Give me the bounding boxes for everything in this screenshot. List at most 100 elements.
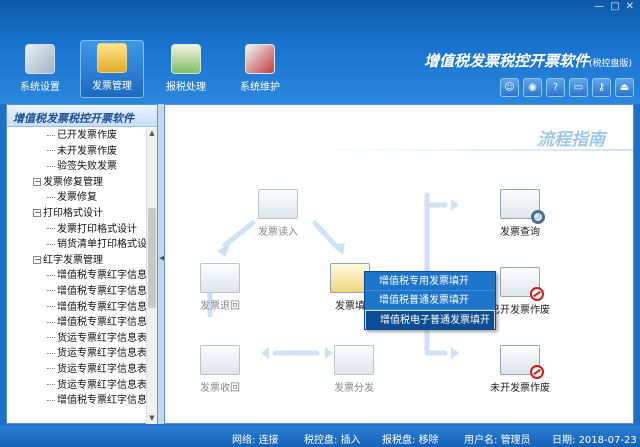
tree-item-label: 销货清单打印格式设 (57, 239, 147, 251)
scrollbar-thumb[interactable] (148, 208, 156, 308)
tree-connector (47, 352, 55, 354)
close-icon[interactable]: ✕ (626, 2, 634, 12)
help-icon[interactable]: ? (546, 78, 565, 97)
window-icon[interactable]: ▭ (569, 78, 588, 97)
tree-item-label: 增值税专票红字信息 (57, 395, 147, 407)
tree-leaf-node[interactable]: 未开发票作废 (7, 144, 147, 160)
flow-node-invoice-distribute[interactable]: 发票分发 (319, 345, 389, 394)
toolbar-button-system-maintenance[interactable]: 系统维护 (228, 42, 292, 96)
status-network: 网络: 连接 (232, 431, 279, 446)
toolbar-button-system-settings[interactable]: 系统设置 (8, 42, 72, 96)
tree-item-label: 货运专票红字信息表 (57, 363, 147, 375)
status-report-disk-label: 报税盘: (382, 435, 416, 446)
tree-item-label: 增值税专票红字信息 (57, 301, 147, 313)
status-tax-disk-value: 插入 (340, 435, 361, 446)
tree-item-label: 红字发票管理 (43, 254, 103, 266)
invoice-fill-context-menu: 增值税专用发票填开 增值税普通发票填开 增值税电子普通发票填开 (364, 271, 496, 330)
tree-item-label: 验签失败发票 (57, 161, 117, 173)
tree-item-label: 发票修复管理 (43, 176, 103, 188)
globe-icon[interactable]: ◉ (523, 78, 542, 97)
tree-connector (47, 274, 55, 276)
tree-leaf-node[interactable]: 增值税专票红字信息 (7, 300, 147, 316)
tree-leaf-node[interactable]: 发票修复 (7, 190, 147, 206)
sidebar-title: 增值税发票税控开票软件 (7, 105, 157, 127)
tree-leaf-node[interactable]: 发票打印格式设计 (7, 222, 147, 238)
tree-connector (47, 306, 55, 308)
invoice-return-icon (200, 263, 240, 293)
sidebar-tree-panel: 增值税发票税控开票软件 已开发票作废 未开发票作废 验签失败发票 − 发票修复管理 发票修… (6, 104, 158, 424)
prohibited-icon (530, 365, 544, 379)
app-subtitle: (税控盘版) (588, 59, 632, 69)
flow-node-label: 发票收回 (200, 383, 240, 394)
scroll-down-icon[interactable]: ▼ (147, 413, 157, 424)
invoice-folder-icon (97, 43, 127, 73)
exit-icon[interactable]: ⏏ (615, 78, 634, 97)
minimize-icon[interactable]: — (594, 2, 604, 12)
settings-panel-icon (25, 44, 55, 74)
flow-node-invoice-return[interactable]: 发票退回 (185, 263, 255, 312)
tree-leaf-node[interactable]: 增值税专票红字信息 (7, 315, 147, 331)
tree-leaf-node[interactable]: 货运专票红字信息表 (7, 362, 147, 378)
status-network-label: 网络: (232, 435, 256, 446)
toolbar-button-label: 发票管理 (92, 81, 132, 92)
app-header: — □ ✕ 系统设置 发票管理 报税处理 系统维护 增值税发票税控开票软件(税控… (0, 0, 640, 104)
toolbar-button-tax-report[interactable]: 报税处理 (154, 42, 218, 96)
key-icon[interactable]: ⚷ (592, 78, 611, 97)
invoice-void-icon (500, 345, 544, 379)
status-user: 用户名: 管理员 (464, 431, 531, 446)
tree-connector (47, 368, 55, 370)
toolbar-button-invoice-management[interactable]: 发票管理 (80, 40, 144, 98)
status-date: 日期: 2018-07-23 (552, 431, 637, 446)
tree-leaf-node[interactable]: 验签失败发票 (7, 159, 147, 175)
flow-node-invoice-recover[interactable]: 发票收回 (185, 345, 255, 394)
flow-node-void-unissued[interactable]: 未开发票作废 (485, 345, 555, 394)
tree-leaf-node[interactable]: 货运专票红字信息表 (7, 378, 147, 394)
status-user-value: 管理员 (500, 435, 531, 446)
tree-group-node[interactable]: − 红字发票管理 (7, 253, 147, 269)
tree-connector (47, 384, 55, 385)
tree-leaf-node[interactable]: 增值税专票红字信息 (7, 393, 147, 409)
status-network-value: 连接 (258, 435, 279, 446)
tree-connector (47, 228, 55, 230)
menu-item-normal-vat-invoice[interactable]: 增值税普通发票填开 (365, 291, 495, 310)
flow-node-label: 发票读入 (258, 227, 298, 238)
tree-leaf-node[interactable]: 增值税专票红字信息 (7, 268, 147, 284)
tree-leaf-node[interactable]: 销货清单打印格式设 (7, 237, 147, 253)
tree-leaf-node[interactable]: 货运专票红字信息表 (7, 346, 147, 362)
invoice-void-icon (500, 267, 544, 301)
collapse-toggle-icon[interactable]: − (33, 208, 41, 217)
status-date-value: 2018-07-23 (578, 435, 637, 446)
tree-group-node[interactable]: − 打印格式设计 (7, 206, 147, 222)
tree-group-node[interactable]: − 发票修复管理 (7, 175, 147, 191)
tree-leaf-node[interactable]: 增值税专票红字信息 (7, 284, 147, 300)
tree-item-label: 打印格式设计 (43, 207, 103, 219)
sidebar-scrollbar[interactable]: ▲ ▼ (146, 128, 157, 424)
tree-leaf-node[interactable]: 已开发票作废 (7, 128, 147, 144)
menu-item-special-vat-invoice[interactable]: 增值税专用发票填开 (365, 272, 495, 291)
invoice-import-icon (258, 189, 298, 219)
menu-item-electronic-vat-invoice[interactable]: 增值税电子普通发票填开 (365, 310, 495, 329)
tree-view: 已开发票作废 未开发票作废 验签失败发票 − 发票修复管理 发票修复 − 打印格式设计 发票打印… (7, 128, 147, 424)
tree-item-label: 发票打印格式设计 (57, 223, 137, 235)
user-icon[interactable]: ☺ (500, 78, 519, 97)
scroll-up-icon[interactable]: ▲ (147, 128, 157, 139)
toolbar-button-label: 系统维护 (240, 82, 280, 93)
flow-node-label: 发票分发 (334, 383, 374, 394)
collapse-toggle-icon[interactable]: − (33, 255, 41, 264)
tree-connector (47, 196, 55, 198)
tree-item-label: 货运专票红字信息表 (57, 332, 147, 344)
status-tax-disk: 税控盘: 插入 (304, 431, 361, 446)
invoice-search-icon (500, 189, 545, 224)
invoice-stack-icon (334, 345, 374, 375)
tree-item-label: 增值税专票红字信息 (57, 317, 147, 329)
flow-node-label: 发票查询 (500, 227, 540, 238)
tree-connector (47, 337, 55, 339)
toolbar-button-label: 报税处理 (166, 82, 206, 93)
status-report-disk-value: 移除 (418, 435, 439, 446)
collapse-toggle-icon[interactable]: − (33, 177, 41, 186)
flow-node-invoice-read[interactable]: 发票读入 (243, 189, 313, 238)
maximize-icon[interactable]: □ (610, 2, 619, 12)
flow-node-label: 发票退回 (200, 301, 240, 312)
flow-node-invoice-query[interactable]: 发票查询 (485, 189, 555, 238)
tree-leaf-node[interactable]: 货运专票红字信息表 (7, 331, 147, 347)
